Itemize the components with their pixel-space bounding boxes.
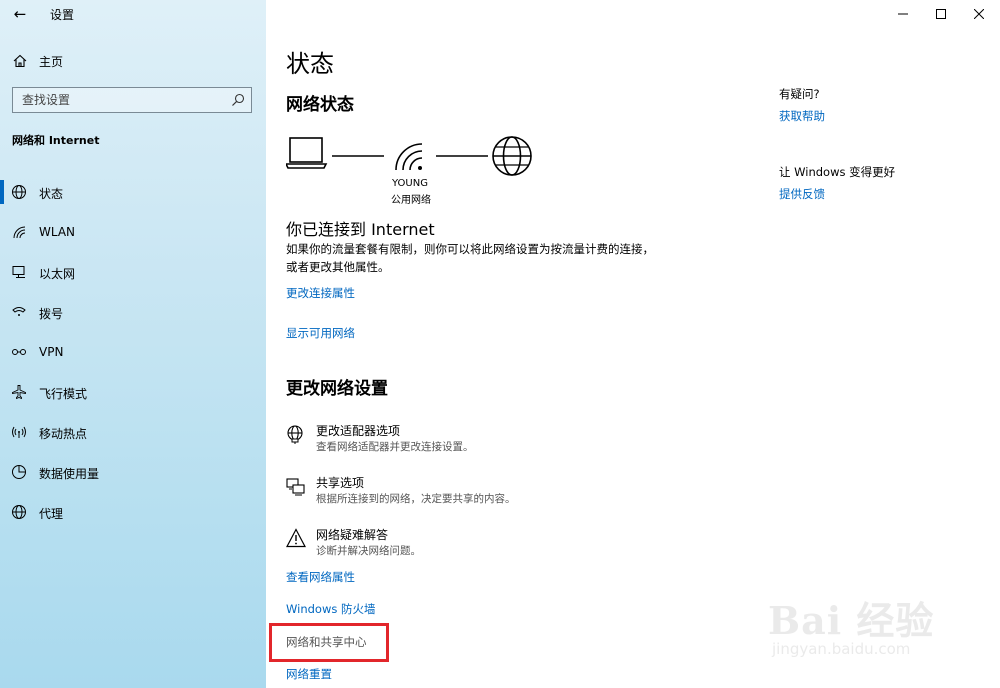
sidebar-nav: 状态 WLAN 以太网 拨号 VPN 飞行模式 移动热点 数据使用量 代理 [0, 172, 266, 532]
ethernet-icon [12, 266, 25, 278]
option-description: 查看网络适配器并更改连接设置。 [316, 441, 474, 453]
dialup-icon [12, 307, 26, 316]
option-troubleshoot[interactable]: 网络疑难解答 诊断并解决网络问题。 [286, 526, 666, 566]
get-help-link[interactable]: 获取帮助 [779, 108, 825, 124]
give-feedback-link[interactable]: 提供反馈 [779, 186, 825, 202]
airplane-icon [12, 385, 26, 400]
hotspot-icon [12, 426, 26, 438]
option-title: 网络疑难解答 [316, 528, 389, 542]
status-globe-icon [12, 185, 26, 199]
windows-firewall-link[interactable]: Windows 防火墙 [286, 601, 376, 617]
sidebar-item-label: WLAN [39, 225, 76, 239]
option-title: 更改适配器选项 [316, 424, 401, 438]
back-arrow-icon[interactable]: ← [10, 4, 30, 24]
option-title: 共享选项 [316, 476, 365, 490]
watermark-url: jingyan.baidu.com [772, 640, 911, 658]
option-description: 诊断并解决网络问题。 [316, 545, 421, 557]
view-network-properties-link[interactable]: 查看网络属性 [286, 569, 355, 585]
network-status-title: 网络状态 [286, 95, 354, 115]
sidebar-item-label: 状态 [39, 187, 64, 201]
sidebar-item-wlan[interactable]: WLAN [0, 212, 266, 252]
network-type: 公用网络 [391, 195, 431, 206]
sidebar-item-proxy[interactable]: 代理 [0, 492, 266, 532]
wifi-icon [13, 226, 26, 239]
sidebar-item-label: VPN [39, 345, 64, 359]
laptop-icon [286, 137, 328, 169]
sidebar-item-dialup[interactable]: 拨号 [0, 292, 266, 332]
sidebar: ← 设置 主页 网络和 Internet 状态 [0, 0, 266, 688]
search-box[interactable] [12, 87, 252, 113]
sidebar-item-status[interactable]: 状态 [0, 172, 266, 212]
data-usage-icon [12, 465, 26, 479]
change-network-settings-title: 更改网络设置 [286, 379, 388, 399]
title-bar-left: ← 设置 [0, 0, 266, 30]
baidu-watermark: Bai 经验 jingyan.baidu.com [768, 580, 993, 680]
connected-description: 如果你的流量套餐有限制，则你可以将此网络设置为按流量计费的连接，或者更改其他属性… [286, 242, 654, 274]
improve-windows-text: 让 Windows 变得更好 [779, 165, 896, 179]
change-connection-properties-link[interactable]: 更改连接属性 [286, 285, 355, 301]
warning-icon [286, 528, 306, 548]
sidebar-item-label: 数据使用量 [39, 467, 100, 481]
help-question: 有疑问? [779, 87, 820, 101]
sharing-icon [286, 478, 305, 496]
internet-globe-icon [492, 136, 532, 176]
home-icon [13, 54, 27, 68]
sidebar-item-vpn[interactable]: VPN [0, 332, 266, 372]
highlight-box [269, 623, 389, 662]
network-diagram [286, 136, 532, 176]
app-title: 设置 [50, 8, 75, 22]
vpn-icon [12, 349, 26, 355]
sidebar-item-hotspot[interactable]: 移动热点 [0, 412, 266, 452]
sidebar-item-label: 飞行模式 [39, 387, 88, 401]
network-name: YOUNG [392, 178, 428, 189]
option-sharing[interactable]: 共享选项 根据所连接到的网络，决定要共享的内容。 [286, 474, 666, 514]
watermark-text: Bai 经验 [768, 598, 935, 643]
section-heading: 网络和 Internet [12, 134, 100, 147]
option-adapter[interactable]: 更改适配器选项 查看网络适配器并更改连接设置。 [286, 422, 666, 462]
proxy-globe-icon [12, 505, 26, 519]
sidebar-item-home[interactable]: 主页 [0, 48, 266, 74]
show-available-networks-link[interactable]: 显示可用网络 [286, 325, 355, 341]
connected-title: 你已连接到 Internet [286, 220, 435, 239]
adapter-globe-icon [287, 425, 303, 444]
page-title: 状态 [286, 50, 334, 78]
sidebar-item-label: 移动热点 [39, 427, 88, 441]
wifi-signal-icon [395, 143, 423, 171]
sidebar-item-label: 代理 [39, 507, 64, 521]
sidebar-item-label: 主页 [39, 55, 64, 69]
sidebar-item-data-usage[interactable]: 数据使用量 [0, 452, 266, 492]
sidebar-item-airplane[interactable]: 飞行模式 [0, 372, 266, 412]
sidebar-item-label: 拨号 [39, 307, 64, 321]
search-icon[interactable] [231, 93, 245, 107]
sidebar-item-label: 以太网 [39, 267, 76, 281]
sidebar-item-ethernet[interactable]: 以太网 [0, 252, 266, 292]
search-input[interactable] [13, 88, 213, 112]
network-reset-link[interactable]: 网络重置 [286, 666, 332, 682]
option-description: 根据所连接到的网络，决定要共享的内容。 [316, 493, 516, 505]
